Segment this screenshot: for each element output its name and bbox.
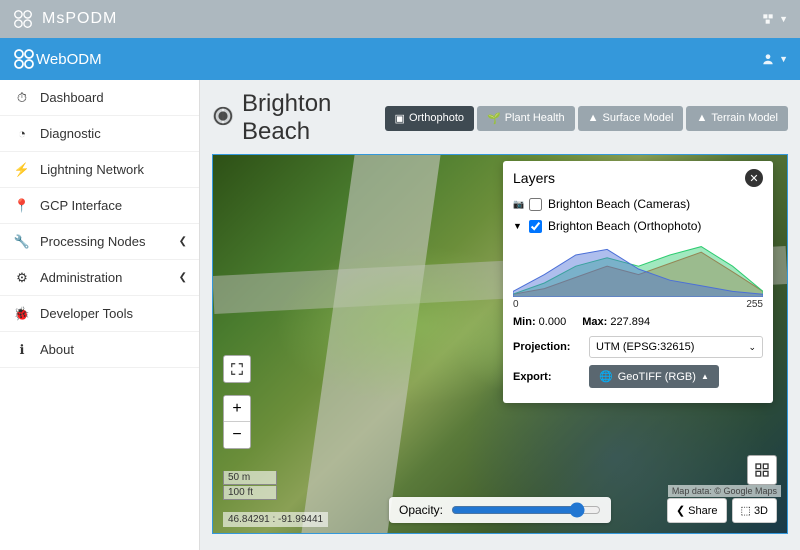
info-icon: ℹ <box>12 342 32 358</box>
user-menu[interactable]: ▼ <box>761 52 788 66</box>
zoom-control: + − <box>223 395 251 449</box>
pin-icon: 📍 <box>12 198 32 214</box>
camera-icon: 📷 <box>513 199 523 210</box>
app-logo-icon <box>12 47 36 71</box>
opacity-slider[interactable] <box>451 502 601 518</box>
sidebar-item-diagnostic[interactable]: ◔ Diagnostic <box>0 116 199 152</box>
scale-imperial: 100 ft <box>223 486 277 500</box>
page-title: Brighton Beach <box>242 90 382 146</box>
chevron-left-icon: ❮ <box>179 236 187 247</box>
export-button[interactable]: 🌐 GeoTIFF (RGB) ▲ <box>589 365 719 388</box>
globe-icon <box>212 105 234 132</box>
sidebar-item-label: Administration <box>40 270 122 285</box>
app-brand: WebODM <box>36 51 102 68</box>
layer-label: Brighton Beach (Cameras) <box>548 197 690 211</box>
sidebar-item-label: Lightning Network <box>40 162 144 177</box>
tab-plant-health[interactable]: 🌱Plant Health <box>477 106 575 131</box>
logo-icon <box>12 8 34 30</box>
scale-bar: 50 m 100 ft <box>223 471 277 501</box>
outer-topbar: MsPODM ▼ <box>0 0 800 38</box>
outer-user-menu[interactable]: ▼ <box>761 12 788 26</box>
outer-brand: MsPODM <box>42 10 117 28</box>
layer-checkbox[interactable] <box>529 220 542 233</box>
layer-row-cameras[interactable]: 📷 Brighton Beach (Cameras) <box>513 193 763 215</box>
sidebar-item-label: Developer Tools <box>40 306 133 321</box>
fullscreen-button[interactable] <box>223 355 251 383</box>
tab-surface-model[interactable]: ▲Surface Model <box>578 106 684 131</box>
content: Brighton Beach ▣Orthophoto 🌱Plant Health… <box>200 80 800 550</box>
view-tabs: ▣Orthophoto 🌱Plant Health ▲Surface Model… <box>382 106 788 131</box>
chevron-left-icon: ❮ <box>179 272 187 283</box>
image-icon: ▣ <box>395 112 405 125</box>
sidebar-item-label: Processing Nodes <box>40 234 146 249</box>
cube-icon: ⬚ <box>741 504 751 517</box>
sidebar-item-processing[interactable]: 🔧 Processing Nodes ❮ <box>0 224 199 260</box>
sidebar: ⏱ Dashboard ◔ Diagnostic ⚡ Lightning Networ… <box>0 80 200 550</box>
layers-panel: Layers ✕ 📷 Brighton Beach (Cameras) ▼ Br… <box>503 161 773 403</box>
hist-max: 255 <box>746 299 763 310</box>
sidebar-item-lightning[interactable]: ⚡ Lightning Network <box>0 152 199 188</box>
zoom-in-button[interactable]: + <box>224 396 250 422</box>
export-label: Export: <box>513 371 581 383</box>
globe-icon: 🌐 <box>599 370 613 383</box>
sidebar-item-gcp[interactable]: 📍 GCP Interface <box>0 188 199 224</box>
hist-min: 0 <box>513 299 519 310</box>
opacity-label: Opacity: <box>399 503 443 517</box>
seedling-icon: 🌱 <box>487 112 501 125</box>
minmax-row: Min: 0.000 Max: 227.894 <box>513 316 763 328</box>
appbar: WebODM ▼ <box>0 38 800 80</box>
sidebar-item-devtools[interactable]: 🐞 Developer Tools <box>0 296 199 332</box>
share-button[interactable]: ❮Share <box>667 498 727 523</box>
caret-up-icon: ▲ <box>701 372 709 381</box>
pie-icon: ◔ <box>12 126 32 141</box>
min-value: 0.000 <box>539 316 567 328</box>
gauge-icon: ⏱ <box>12 90 32 106</box>
projection-select[interactable]: UTM (EPSG:32615) ⌄ <box>589 336 763 358</box>
chevron-down-icon[interactable]: ▼ <box>513 221 523 231</box>
gear-icon: ⚙ <box>12 270 32 286</box>
sidebar-item-label: About <box>40 342 74 357</box>
sidebar-item-admin[interactable]: ⚙ Administration ❮ <box>0 260 199 296</box>
map-attribution: Map data: © Google Maps <box>668 485 781 497</box>
layer-checkbox[interactable] <box>529 198 542 211</box>
histogram-chart <box>513 241 763 297</box>
opacity-control: Opacity: <box>389 497 611 523</box>
sidebar-item-label: GCP Interface <box>40 198 122 213</box>
close-icon[interactable]: ✕ <box>745 169 763 187</box>
scale-metric: 50 m <box>223 471 277 485</box>
layer-row-orthophoto[interactable]: ▼ Brighton Beach (Orthophoto) <box>513 215 763 237</box>
chevron-down-icon: ⌄ <box>748 342 756 353</box>
sidebar-item-dashboard[interactable]: ⏱ Dashboard <box>0 80 199 116</box>
basemap-switch-button[interactable] <box>747 455 777 485</box>
share-icon: ❮ <box>676 504 685 517</box>
layers-title: Layers <box>513 170 745 186</box>
titlebar: Brighton Beach ▣Orthophoto 🌱Plant Health… <box>212 90 788 146</box>
layer-label: Brighton Beach (Orthophoto) <box>548 219 701 233</box>
sidebar-item-label: Dashboard <box>40 90 104 105</box>
view-3d-button[interactable]: ⬚3D <box>732 498 777 523</box>
map-canvas[interactable]: + − 50 m 100 ft 46.84291 : -91.99441 Opa… <box>212 154 788 534</box>
wrench-icon: 🔧 <box>12 234 32 250</box>
coord-readout: 46.84291 : -91.99441 <box>223 512 328 527</box>
surface-icon: ▲ <box>588 112 599 124</box>
tab-orthophoto[interactable]: ▣Orthophoto <box>385 106 474 131</box>
terrain-icon: ▲ <box>696 112 707 124</box>
max-value: 227.894 <box>610 316 650 328</box>
sidebar-item-label: Diagnostic <box>40 126 101 141</box>
zoom-out-button[interactable]: − <box>224 422 250 448</box>
bug-icon: 🐞 <box>12 306 32 322</box>
sidebar-item-about[interactable]: ℹ About <box>0 332 199 368</box>
tab-terrain-model[interactable]: ▲Terrain Model <box>686 106 788 131</box>
projection-label: Projection: <box>513 341 581 353</box>
bolt-icon: ⚡ <box>12 162 32 178</box>
